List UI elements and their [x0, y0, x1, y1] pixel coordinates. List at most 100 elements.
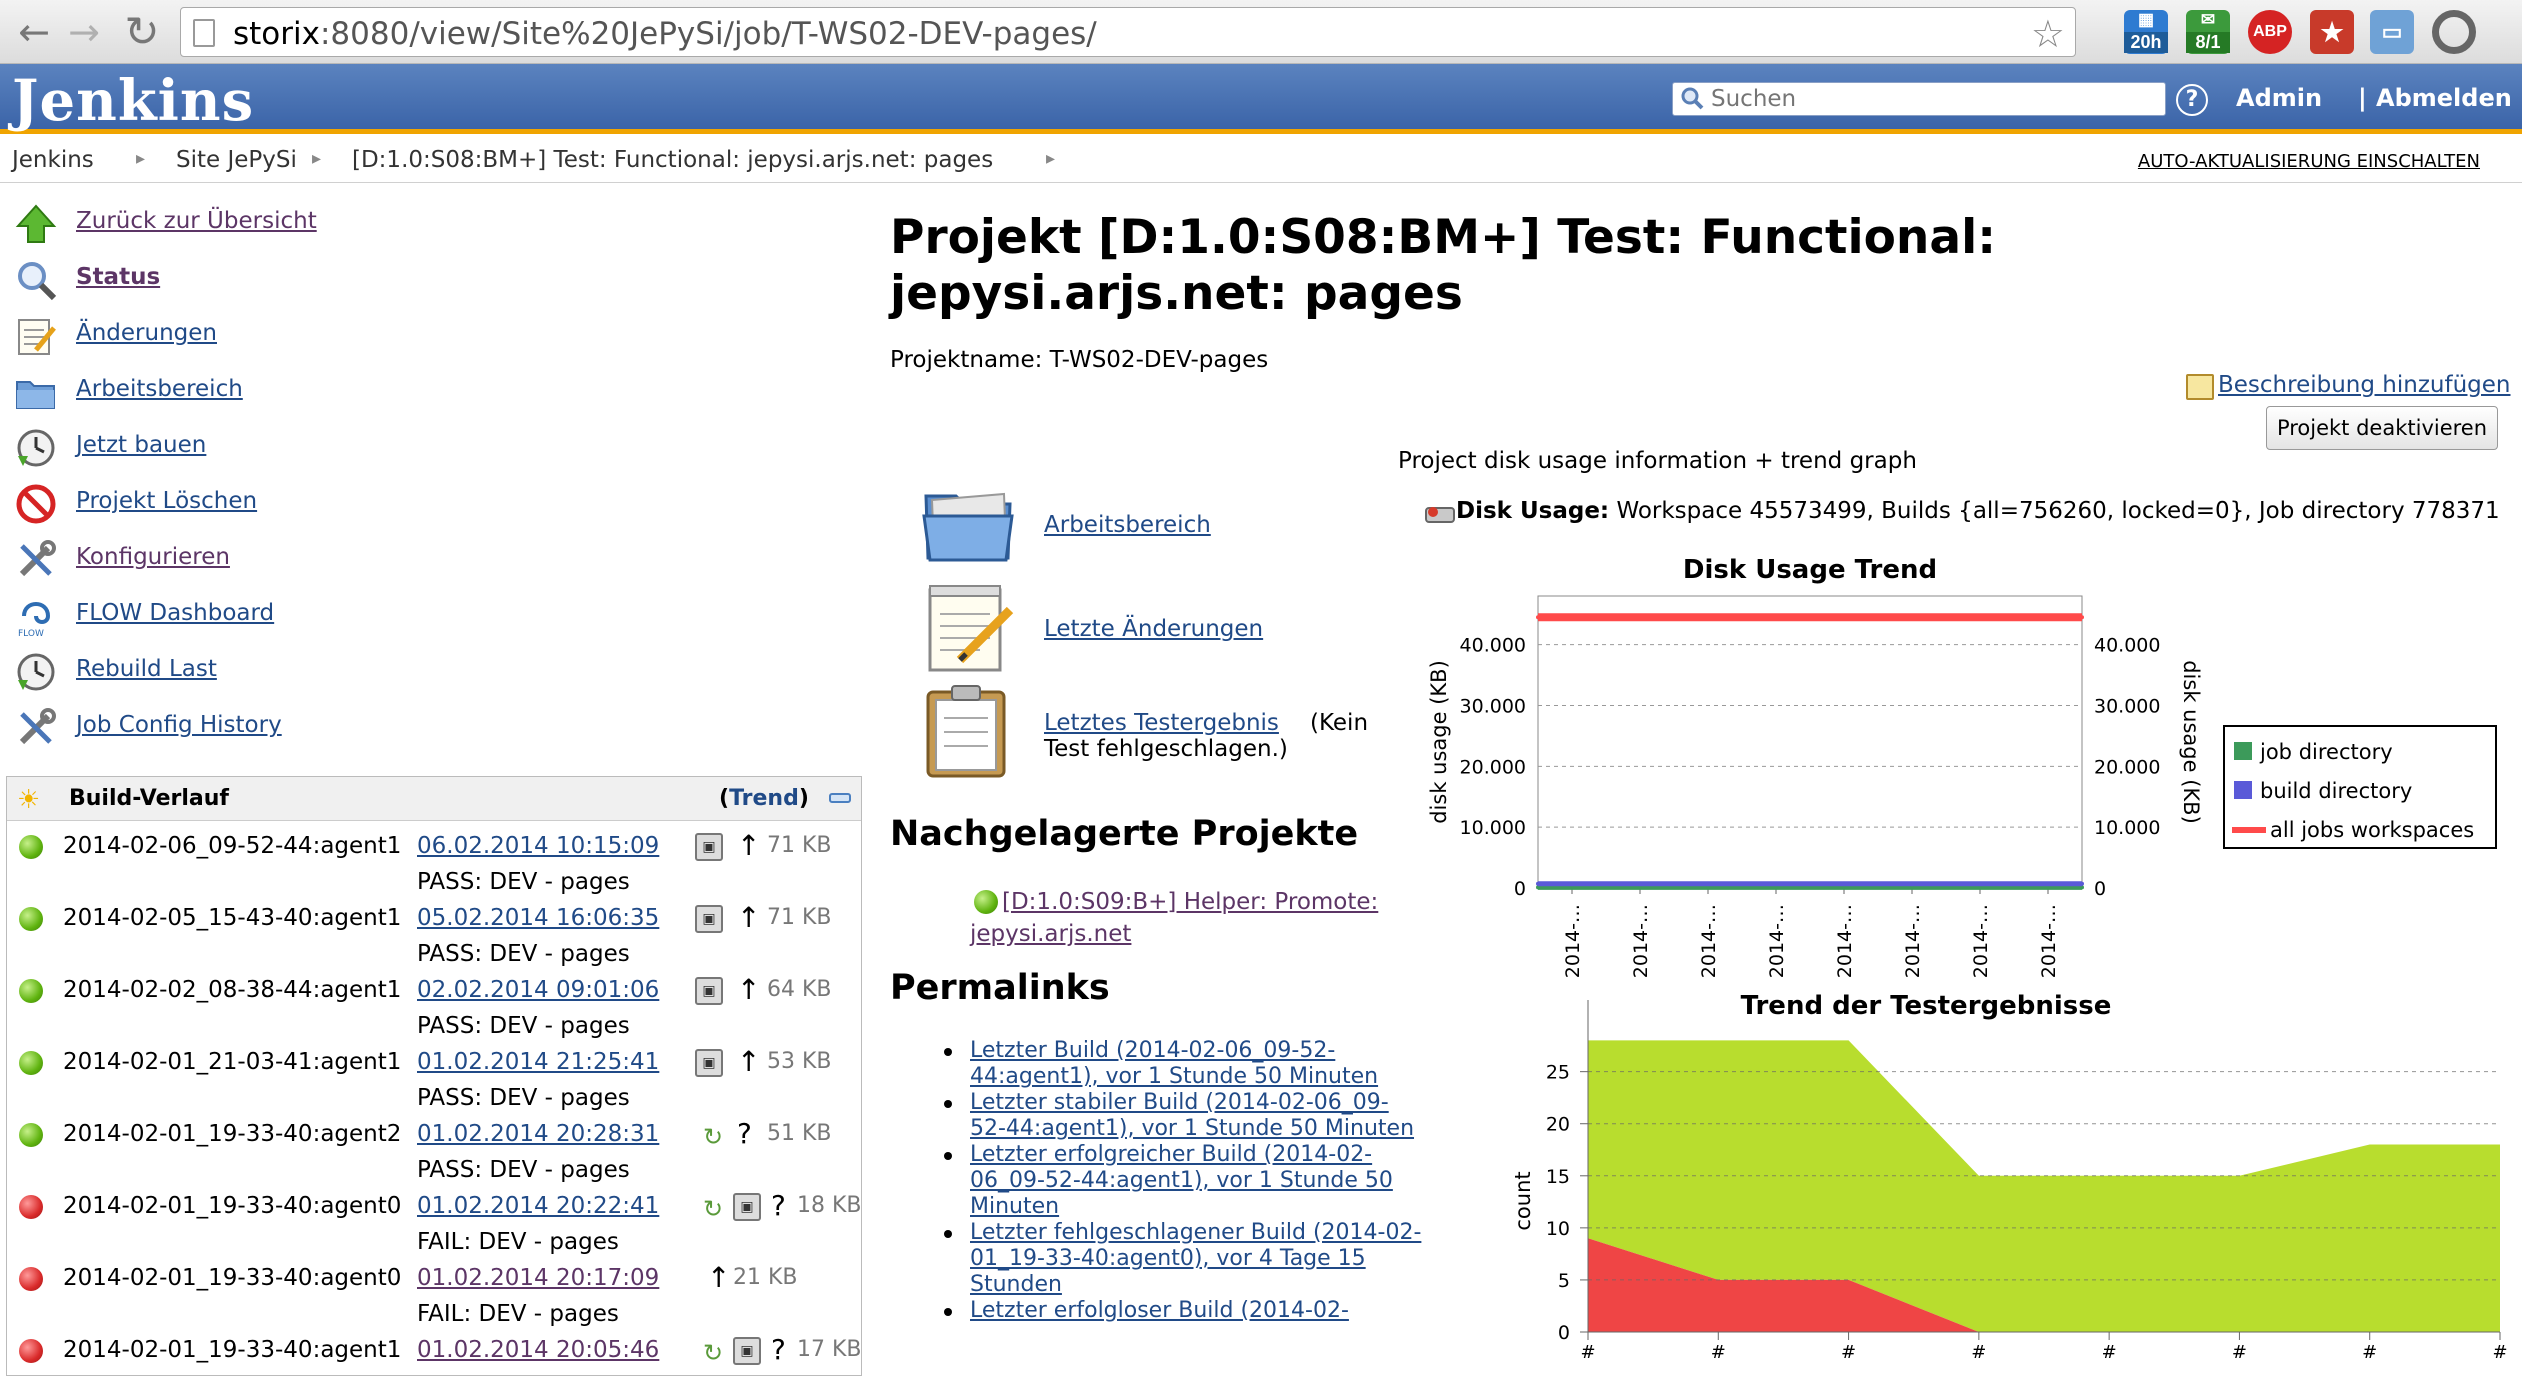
calendar-extension-icon[interactable]: ▦ 20h — [2124, 10, 2168, 54]
build-size: 64 KB — [767, 977, 832, 1002]
auto-refresh-link[interactable]: AUTO-AKTUALISIERUNG EINSCHALTEN — [2138, 151, 2480, 172]
build-date-link[interactable]: 01.02.2014 20:28:31 — [417, 1121, 659, 1147]
build-date-link[interactable]: 01.02.2014 20:05:46 — [417, 1337, 659, 1363]
help-icon[interactable]: ? — [2176, 84, 2208, 116]
permalink-link[interactable]: Letzter erfolgreicher Build (2014-02-06_… — [970, 1142, 1393, 1219]
size-trend-icon: ↑ — [737, 1045, 761, 1078]
size-trend-icon: ? — [771, 1189, 786, 1222]
rebuild-icon[interactable]: ↻ — [703, 1195, 729, 1223]
rebuild-icon[interactable]: ↻ — [703, 1123, 729, 1151]
status-ball-red-icon — [19, 1195, 43, 1219]
jenkins-header: Jenkins ? Admin | Abmelden — [0, 64, 2522, 134]
size-trend-icon: ↑ — [737, 829, 761, 862]
console-icon[interactable]: ▣ — [695, 833, 723, 861]
build-date-link[interactable]: 01.02.2014 20:22:41 — [417, 1193, 659, 1219]
permalink-item: Letzter erfolgloser Build (2014-02- — [942, 1298, 1422, 1324]
data-point — [1978, 881, 1982, 886]
search-input[interactable] — [1709, 83, 2159, 115]
disable-project-button[interactable]: Projekt deaktivieren — [2266, 406, 2498, 450]
build-date-link[interactable]: 01.02.2014 21:25:41 — [417, 1049, 659, 1075]
bookmark-star-icon[interactable]: ☆ — [2031, 12, 2065, 56]
permalink-link[interactable]: Letzter erfolgloser Build (2014-02- — [970, 1298, 1349, 1323]
console-icon[interactable]: ▣ — [695, 905, 723, 933]
changes-link[interactable]: Letzte Änderungen — [1044, 616, 1263, 642]
task-back-to-overview[interactable]: Zurück zur Übersicht — [14, 198, 854, 250]
x-tick-label: 2014-… — [1562, 904, 1584, 978]
rebuild-icon[interactable]: ↻ — [703, 1339, 729, 1367]
breadcrumb-job[interactable]: [D:1.0:S08:BM+] Test: Functional: jepysi… — [352, 147, 993, 173]
x-tick-label: # — [1711, 1342, 1726, 1363]
logout-link[interactable]: Abmelden — [2376, 84, 2512, 112]
task-changes[interactable]: Änderungen — [14, 310, 854, 362]
build-row: 2014-02-01_19-33-40:agent0 01.02.2014 20:… — [7, 1181, 861, 1255]
console-icon[interactable]: ▣ — [733, 1337, 761, 1365]
add-description-link[interactable]: Beschreibung hinzufügen — [2218, 372, 2511, 398]
forward-arrow-icon[interactable]: → — [60, 8, 108, 56]
svg-text:FLOW: FLOW — [18, 629, 44, 638]
back-arrow-icon[interactable]: ← — [10, 8, 58, 56]
build-description: PASS: DEV - pages — [417, 941, 630, 967]
folder-extension-icon[interactable]: ▭ — [2370, 10, 2414, 54]
y-tick-label: 25 — [1546, 1062, 1570, 1084]
console-icon[interactable]: ▣ — [695, 977, 723, 1005]
trend-link[interactable]: Trend — [729, 786, 799, 811]
build-date-link[interactable]: 05.02.2014 16:06:35 — [417, 905, 659, 931]
adblock-extension-icon[interactable]: ABP — [2248, 10, 2292, 54]
task-rebuild-last[interactable]: Rebuild Last — [14, 646, 854, 698]
breadcrumb-site[interactable]: Site JePySi — [176, 147, 297, 173]
breadcrumb-arrow-icon[interactable]: ▸ — [312, 148, 321, 169]
task-delete-project[interactable]: Projekt Löschen — [14, 478, 854, 530]
reload-icon[interactable]: ↻ — [118, 8, 166, 56]
task-flow-dashboard[interactable]: FLOW FLOW Dashboard — [14, 590, 854, 642]
star-extension-icon[interactable]: ★ — [2310, 10, 2354, 54]
status-ball-blue-icon — [19, 979, 43, 1003]
data-point — [1910, 881, 1914, 886]
task-label: Job Config History — [76, 712, 282, 738]
y-tick-label: 10 — [1546, 1218, 1570, 1240]
jenkins-logo[interactable]: Jenkins — [12, 68, 254, 134]
task-label: Jetzt bauen — [76, 432, 207, 458]
mail-extension-icon[interactable]: ✉ 8/1 — [2186, 10, 2230, 54]
collapse-icon[interactable] — [829, 793, 851, 803]
breadcrumb-arrow-icon[interactable]: ▸ — [136, 148, 145, 169]
x-tick-label: 2014-… — [2038, 904, 2060, 978]
task-workspace[interactable]: Arbeitsbereich — [14, 366, 854, 418]
y-tick-label: 0 — [1514, 878, 1526, 900]
workspace-link[interactable]: Arbeitsbereich — [1044, 512, 1211, 538]
x-tick-label: # — [2102, 1342, 2117, 1363]
chart-title: Trend der Testergebnisse — [1741, 991, 2112, 1021]
address-bar[interactable]: storix:8080/view/Site%20JePySi/job/T-WS0… — [180, 7, 2076, 57]
build-date-link[interactable]: 02.02.2014 09:01:06 — [417, 977, 659, 1003]
admin-link[interactable]: Admin — [2236, 84, 2322, 112]
breadcrumb-jenkins[interactable]: Jenkins — [12, 147, 94, 173]
permalink-link[interactable]: Letzter Build (2014-02-06_09-52-44:agent… — [970, 1038, 1378, 1089]
circle-extension-icon[interactable] — [2432, 10, 2476, 54]
build-row: 2014-02-01_19-33-40:agent1 01.02.2014 20:… — [7, 1325, 861, 1375]
task-job-config-history[interactable]: Job Config History — [14, 702, 854, 754]
breadcrumb-arrow-icon[interactable]: ▸ — [1046, 148, 1055, 169]
notepad-icon — [2186, 374, 2214, 400]
permalink-link[interactable]: Letzter fehlgeschlagener Build (2014-02-… — [970, 1220, 1421, 1297]
main-link-changes[interactable]: Letzte Änderungen — [920, 580, 1380, 680]
url-host: storix — [233, 16, 320, 52]
data-point — [2080, 615, 2084, 620]
console-icon[interactable]: ▣ — [695, 1049, 723, 1077]
search-box[interactable] — [1672, 82, 2166, 116]
task-build-now[interactable]: Jetzt bauen — [14, 422, 854, 474]
build-date-link[interactable]: 06.02.2014 10:15:09 — [417, 833, 659, 859]
console-icon[interactable]: ▣ — [733, 1193, 761, 1221]
task-configure[interactable]: Konfigurieren — [14, 534, 854, 586]
data-point — [1638, 881, 1642, 886]
url-text[interactable]: storix:8080/view/Site%20JePySi/job/T-WS0… — [233, 16, 1097, 52]
build-date-link[interactable]: 01.02.2014 20:17:09 — [417, 1265, 659, 1291]
folder-icon — [16, 381, 55, 409]
test-result-link[interactable]: Letztes Testergebnis — [1044, 710, 1279, 736]
downstream-project-link[interactable]: [D:1.0:S09:B+] Helper: Promote: jepysi.a… — [970, 886, 1400, 950]
task-status[interactable]: Status — [14, 254, 854, 306]
main-link-test-result[interactable]: Letztes Testergebnis (Kein Test fehlgesc… — [920, 682, 1380, 782]
permalink-link[interactable]: Letzter stabiler Build (2014-02-06_09-52… — [970, 1090, 1414, 1141]
main-link-workspace[interactable]: Arbeitsbereich — [920, 476, 1380, 576]
x-tick-label: # — [2232, 1342, 2247, 1363]
build-name: 2014-02-06_09-52-44:agent1 — [63, 833, 402, 859]
data-point — [1536, 615, 1540, 620]
